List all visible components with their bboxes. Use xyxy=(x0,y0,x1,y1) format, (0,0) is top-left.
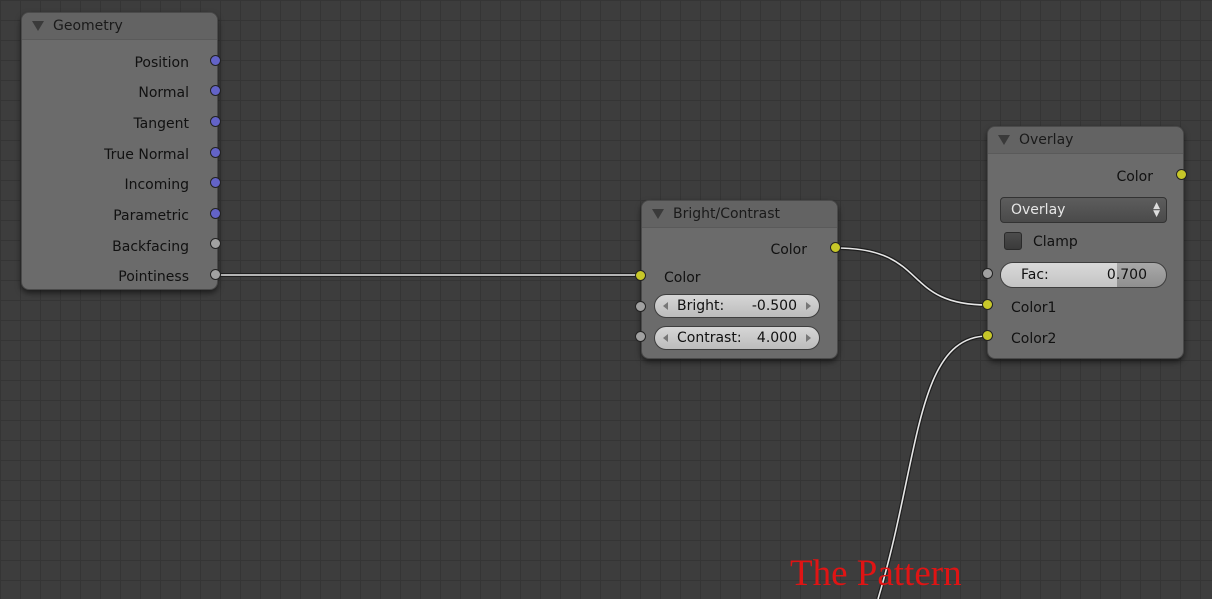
fac-slider[interactable]: Fac: 0.700 xyxy=(1000,262,1167,288)
overlay-node[interactable]: Overlay Color Overlay ▲ ▼ Clamp Fac: 0.70… xyxy=(987,126,1184,359)
geometry-node-header[interactable]: Geometry xyxy=(22,13,217,40)
color2-socket[interactable] xyxy=(982,330,993,341)
contrast-socket[interactable] xyxy=(635,331,646,342)
up-down-arrows-icon: ▲ ▼ xyxy=(1153,201,1160,219)
overlay-node-header[interactable]: Overlay xyxy=(988,127,1183,154)
output-backfacing-label: Backfacing xyxy=(112,239,189,255)
pointiness-socket[interactable] xyxy=(210,269,221,280)
geometry-node[interactable]: Geometry Position Normal Tangent True No… xyxy=(21,12,218,290)
color1-socket[interactable] xyxy=(982,299,993,310)
bright-socket[interactable] xyxy=(635,301,646,312)
input-color1-label: Color1 xyxy=(1011,300,1057,316)
bc-input-color-socket[interactable] xyxy=(635,270,646,281)
bright-contrast-node[interactable]: Bright/Contrast Color Color Bright: -0.5… xyxy=(641,200,838,359)
output-position-label: Position xyxy=(134,55,189,71)
contrast-field[interactable]: Contrast: 4.000 xyxy=(654,326,820,350)
bright-value: -0.500 xyxy=(751,298,797,314)
node-title: Geometry xyxy=(53,18,123,34)
triangle-down-icon[interactable] xyxy=(32,21,44,31)
bright-label: Bright: xyxy=(677,298,725,314)
increment-arrow-icon[interactable] xyxy=(806,302,811,310)
output-parametric-label: Parametric xyxy=(113,208,189,224)
output-tangent-label: Tangent xyxy=(133,116,189,132)
fac-label: Fac: xyxy=(1021,267,1049,283)
contrast-value: 4.000 xyxy=(756,330,797,346)
tangent-socket[interactable] xyxy=(210,116,221,127)
output-pointiness-label: Pointiness xyxy=(118,269,189,285)
bright-field[interactable]: Bright: -0.500 xyxy=(654,294,820,318)
overlay-output-color-socket[interactable] xyxy=(1176,169,1187,180)
input-color2-label: Color2 xyxy=(1011,331,1057,347)
fac-value: 0.700 xyxy=(1106,267,1147,283)
decrement-arrow-icon[interactable] xyxy=(663,334,668,342)
pattern-caption: The Pattern xyxy=(790,553,962,594)
fac-socket[interactable] xyxy=(982,268,993,279)
output-true-normal-label: True Normal xyxy=(104,147,189,163)
node-title: Bright/Contrast xyxy=(673,206,781,222)
triangle-down-icon[interactable] xyxy=(652,209,664,219)
increment-arrow-icon[interactable] xyxy=(806,334,811,342)
bright-contrast-node-header[interactable]: Bright/Contrast xyxy=(642,201,837,228)
decrement-arrow-icon[interactable] xyxy=(663,302,668,310)
normal-socket[interactable] xyxy=(210,85,221,96)
link-brightcontrast-to-color1[interactable] xyxy=(835,246,989,307)
parametric-socket[interactable] xyxy=(210,208,221,219)
blend-mode-select[interactable]: Overlay ▲ ▼ xyxy=(1000,197,1167,223)
incoming-socket[interactable] xyxy=(210,177,221,188)
input-color-label: Color xyxy=(664,270,701,286)
output-incoming-label: Incoming xyxy=(124,177,189,193)
true-normal-socket[interactable] xyxy=(210,147,221,158)
node-title: Overlay xyxy=(1019,132,1074,148)
output-normal-label: Normal xyxy=(138,85,189,101)
contrast-label: Contrast: xyxy=(677,330,742,346)
backfacing-socket[interactable] xyxy=(210,238,221,249)
output-color-label: Color xyxy=(1116,169,1153,185)
clamp-checkbox[interactable] xyxy=(1004,232,1022,250)
output-color-label: Color xyxy=(770,242,807,258)
clamp-label: Clamp xyxy=(1033,234,1078,250)
bc-output-color-socket[interactable] xyxy=(830,242,841,253)
blend-mode-value: Overlay xyxy=(1011,202,1066,218)
position-socket[interactable] xyxy=(210,55,221,66)
triangle-down-icon[interactable] xyxy=(998,135,1010,145)
